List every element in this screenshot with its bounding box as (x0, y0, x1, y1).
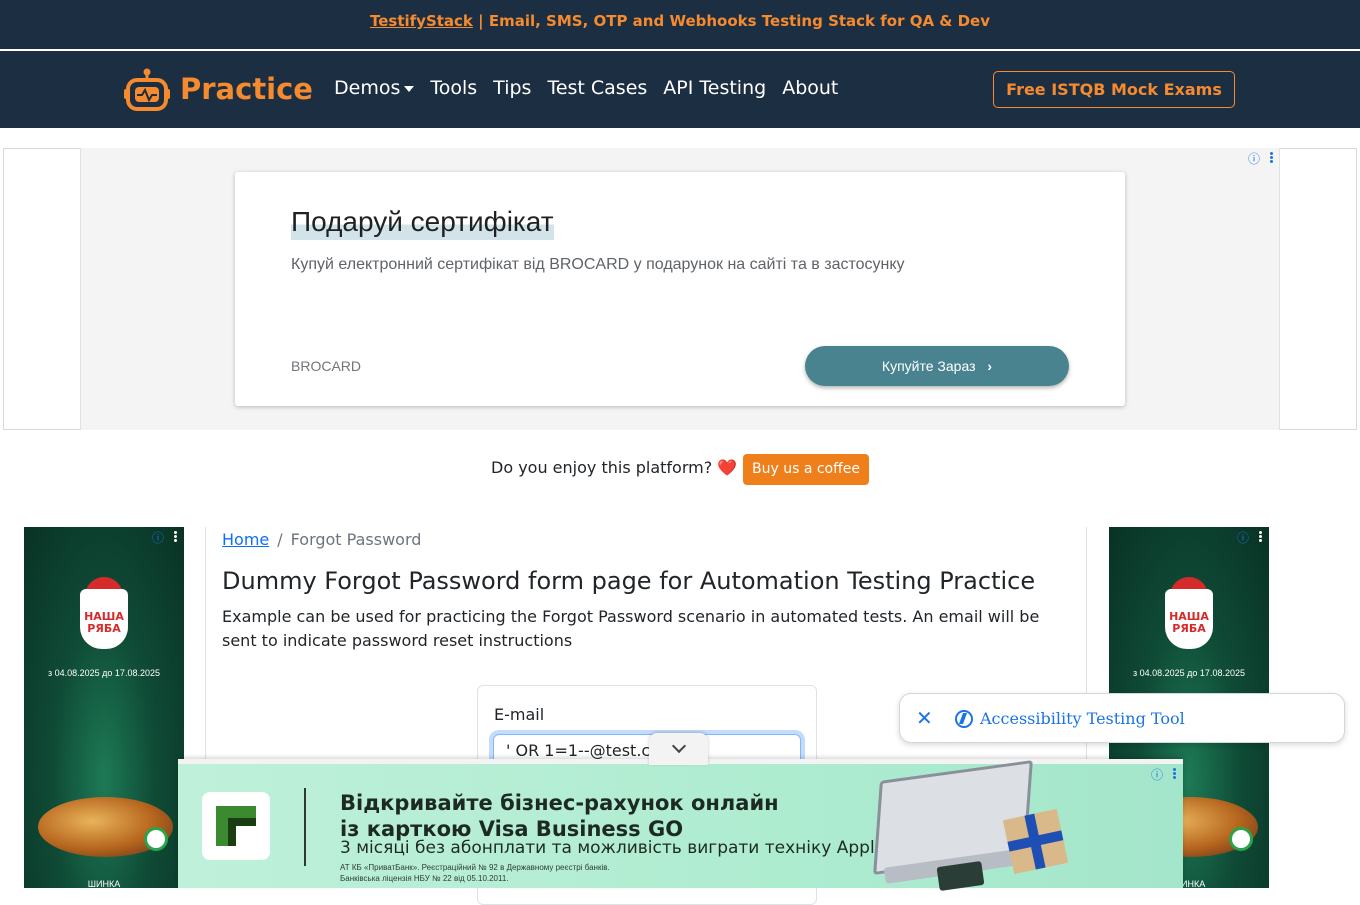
accessibility-tool-bar: ✕ Accessibility Testing Tool (899, 693, 1345, 743)
logo-line-2: РЯБА (1172, 622, 1206, 635)
bottom-ad-banner[interactable]: Відкривайте бізнес-рахунок онлайн із кар… (178, 760, 1183, 892)
breadcrumb-current: Forgot Password (290, 530, 422, 549)
ad-description: Купуй електронний сертифікат від BROCARD… (291, 256, 905, 273)
heart-icon: ❤️ (717, 458, 738, 477)
brand-logo-link[interactable]: Practice (124, 66, 313, 112)
ad-advertiser: BROCARD (291, 358, 362, 374)
accessibility-tool-link[interactable]: Accessibility Testing Tool (980, 709, 1185, 728)
brand-name: Practice (180, 72, 313, 106)
ad-menu-icon[interactable] (1270, 152, 1274, 164)
ad-info-icon[interactable]: ⓘ (1151, 766, 1163, 783)
ad-cta-label: Купуйте Зараз (881, 358, 976, 374)
announcement-text: TestifyStack | Email, SMS, OTP and Webho… (0, 12, 1360, 30)
breadcrumb: Home / Forgot Password (222, 530, 421, 549)
support-prompt: Do you enjoy this platform? ❤️ (491, 458, 737, 477)
bottom-sticky-ad[interactable]: Відкривайте бізнес-рахунок онлайн із кар… (178, 759, 1183, 892)
ad-cta-button[interactable]: Купуйте Зараз › (805, 346, 1069, 386)
bank-card-image (936, 860, 985, 892)
nasha-ryaba-logo: НАША РЯБА (80, 589, 128, 649)
gift-box-image (1002, 808, 1069, 875)
nav-item-tools[interactable]: Tools (430, 77, 477, 99)
ad-info-icon[interactable]: ⓘ (1237, 529, 1249, 546)
ad-info-icon[interactable]: ⓘ (152, 529, 164, 546)
support-text: Do you enjoy this platform? (491, 458, 713, 477)
announcement-tagline: | Email, SMS, OTP and Webhooks Testing S… (472, 12, 990, 30)
ad-legal-text: АТ КБ «ПриватБанк». Реєстраційний № 92 в… (340, 862, 610, 884)
ad-headline-line-1: Відкривайте бізнес-рахунок онлайн (340, 791, 779, 815)
robot-logo-icon (124, 68, 170, 111)
privatbank-logo (202, 792, 270, 860)
announcement-bar: TestifyStack | Email, SMS, OTP and Webho… (0, 0, 1360, 49)
nav-item-demos[interactable]: Demos (334, 77, 415, 99)
chevron-right-icon: › (987, 358, 993, 374)
ad-menu-icon[interactable] (1173, 768, 1177, 780)
close-icon[interactable]: ✕ (916, 706, 933, 730)
ad-bottom-text: ШИНКА (87, 879, 121, 888)
ad-date-range: з 04.08.2025 до 17.08.2025 (48, 668, 160, 678)
ad-menu-icon[interactable] (1259, 531, 1263, 543)
ad-menu-icon[interactable] (174, 531, 178, 543)
ad-divider (304, 788, 306, 866)
ad-headline: Відкривайте бізнес-рахунок онлайн із кар… (340, 790, 779, 842)
nav-item-api-testing[interactable]: API Testing (663, 77, 766, 99)
lightning-icon (955, 710, 973, 728)
main-navbar: Practice Demos Tools Tips Test Cases API… (0, 51, 1360, 128)
page-description: Example can be used for practicing the F… (222, 607, 1040, 650)
nav-item-test-cases[interactable]: Test Cases (547, 77, 647, 99)
ad-info-icon[interactable]: ⓘ (1248, 150, 1260, 167)
badge-icon (1229, 827, 1253, 851)
nasha-ryaba-logo: НАША РЯБА (1165, 589, 1213, 649)
collapse-ad-button[interactable] (649, 733, 708, 765)
ad-headline: Подаруй сертифікат (291, 206, 554, 240)
nav-item-tips[interactable]: Tips (493, 77, 531, 99)
chevron-down-icon (404, 85, 415, 92)
privatbank-mark (216, 806, 256, 846)
chevron-down-icon (671, 738, 686, 754)
breadcrumb-home-link[interactable]: Home (222, 530, 269, 549)
breadcrumb-separator: / (277, 530, 283, 549)
testifystack-link[interactable]: TestifyStack (370, 12, 473, 30)
badge-icon (144, 827, 168, 851)
nav-item-about[interactable]: About (782, 77, 838, 99)
buy-coffee-button[interactable]: Buy us a coffee (743, 454, 869, 485)
email-label: E-mail (494, 705, 545, 724)
nav-menu: Demos Tools Tips Test Cases API Testing … (334, 77, 838, 99)
logo-line-2: РЯБА (87, 622, 121, 635)
top-ad-card[interactable]: Подаруй сертифікат Купуй електронний сер… (235, 172, 1125, 406)
istqb-mock-exams-button[interactable]: Free ISTQB Mock Exams (993, 71, 1235, 108)
ad-legal-line-2: Банківська ліцензія НБУ № 22 від 05.10.2… (340, 874, 509, 883)
left-side-ad[interactable]: ⓘ НАША РЯБА з 04.08.2025 до 17.08.2025 Ш… (24, 527, 184, 888)
ad-date-range: з 04.08.2025 до 17.08.2025 (1133, 668, 1245, 678)
ad-subline: 3 місяці без абонплати та можливість виг… (340, 838, 886, 858)
page-title: Dummy Forgot Password form page for Auto… (222, 567, 1036, 595)
nav-item-demos-label: Demos (334, 77, 401, 99)
ad-legal-line-1: АТ КБ «ПриватБанк». Реєстраційний № 92 в… (340, 863, 610, 872)
